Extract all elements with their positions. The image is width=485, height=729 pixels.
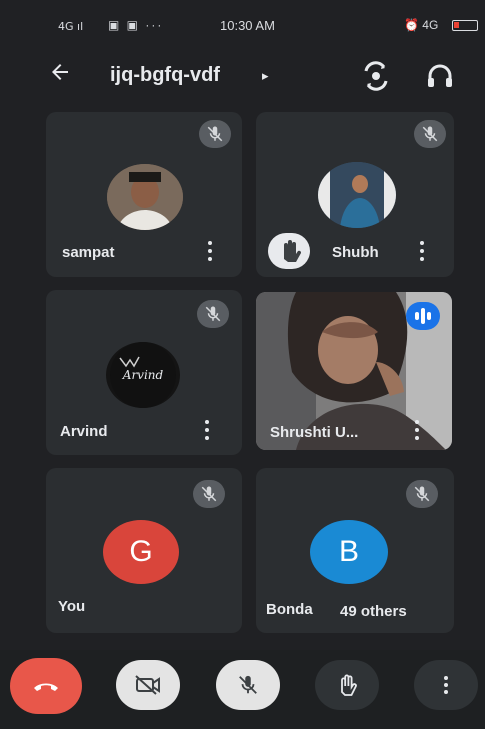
participant-tile-arvind[interactable]: Arvind Arvind (46, 290, 242, 455)
end-call-button[interactable] (10, 658, 82, 714)
participant-name: Arvind (60, 423, 108, 440)
audio-output-headphones-icon[interactable] (424, 60, 456, 92)
mic-off-icon (414, 120, 446, 148)
meeting-code[interactable]: ijq-bgfq-vdf (110, 64, 220, 87)
avatar-initial: G (103, 520, 179, 584)
more-options-button[interactable] (414, 660, 478, 710)
battery-icon (452, 20, 478, 31)
mic-off-icon (199, 120, 231, 148)
participant-name: Shrushti U... (270, 424, 359, 441)
meeting-details-caret-icon[interactable]: ▸ (262, 68, 269, 84)
meet-screen: 4G ıl ▣ ▣ ··· 10:30 AM ⏰ 4G ijq-bgfq-vdf… (0, 0, 485, 729)
avatar-logo: Arvind (106, 342, 180, 408)
participant-name: Shubh (332, 244, 379, 261)
participant-name: You (58, 598, 86, 615)
more-options-icon[interactable] (203, 420, 211, 442)
participant-tile-sampat[interactable]: sampat (46, 112, 242, 277)
avatar-photo (318, 162, 396, 228)
microphone-toggle-button[interactable] (216, 660, 280, 710)
speaking-indicator-icon (406, 302, 440, 330)
hand-icon (341, 674, 357, 696)
back-arrow-icon[interactable] (48, 60, 78, 90)
more-options-icon[interactable] (206, 241, 214, 263)
avatar-photo (107, 164, 183, 230)
avatar-logo-text: Arvind (122, 368, 164, 382)
camera-toggle-button[interactable] (116, 660, 180, 710)
participant-tile-shubh[interactable]: Shubh (256, 112, 454, 277)
clock: 10:30 AM (220, 18, 275, 33)
raised-hand-icon (268, 233, 310, 269)
more-options-icon[interactable] (413, 420, 421, 442)
mic-off-icon (197, 300, 229, 328)
participant-name: sampat (62, 244, 115, 261)
mic-off-icon (193, 480, 225, 508)
status-bar: 4G ıl ▣ ▣ ··· 10:30 AM ⏰ 4G (0, 12, 485, 40)
mic-off-icon (239, 675, 257, 694)
mic-off-icon (406, 480, 438, 508)
avatar-initial: B (310, 520, 388, 584)
call-controls (0, 650, 485, 729)
video-off-icon (135, 675, 160, 695)
participant-name: Bonda (266, 601, 313, 618)
hang-up-icon (34, 683, 58, 691)
more-vert-icon (444, 676, 448, 694)
participant-tile-you[interactable]: G You (46, 468, 242, 633)
others-count: 49 others (340, 603, 407, 620)
status-right-icons: ⏰ 4G (404, 18, 439, 32)
more-options-icon[interactable] (418, 241, 426, 263)
participant-tile-others[interactable]: B Bonda 49 others (256, 468, 454, 633)
notification-icons: ▣ ▣ ··· (108, 18, 164, 32)
raise-hand-button[interactable] (315, 660, 379, 710)
signal-indicator: 4G ıl (58, 20, 84, 33)
top-bar: ijq-bgfq-vdf ▸ (0, 50, 485, 102)
switch-camera-icon[interactable] (360, 60, 392, 92)
participant-tile-shrushti[interactable]: Shrushti U... (256, 292, 452, 450)
